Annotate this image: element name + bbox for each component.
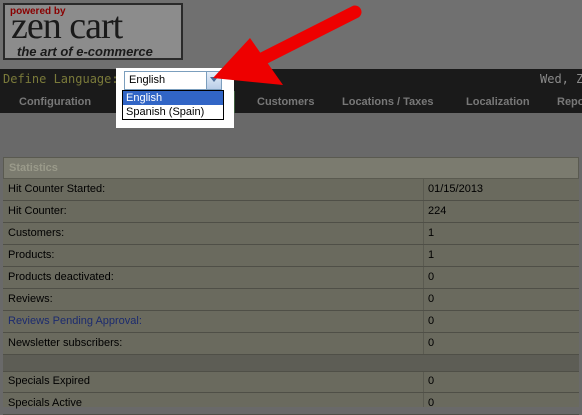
annotation-arrow-icon	[213, 5, 362, 85]
